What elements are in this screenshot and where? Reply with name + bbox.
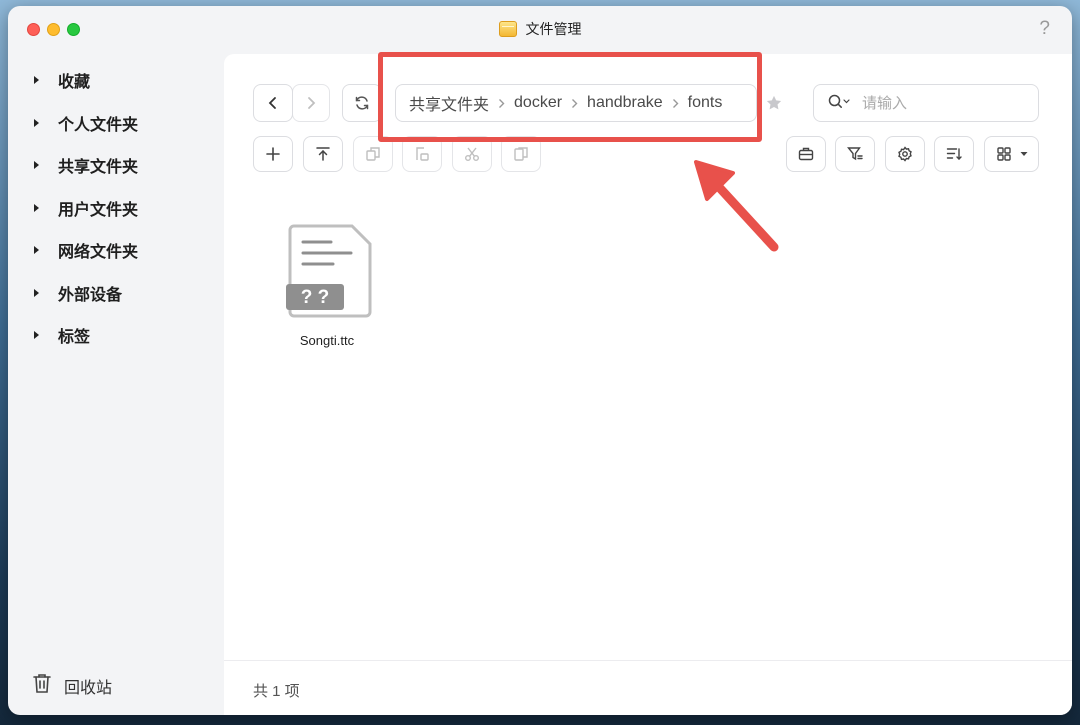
caret-right-icon <box>34 119 39 127</box>
upload-button[interactable] <box>303 136 343 172</box>
sidebar: 收藏 个人文件夹 共享文件夹 用户文件夹 网络文件夹 外部设备 标签 回收站 <box>8 54 224 715</box>
refresh-icon <box>354 95 370 111</box>
sidebar-item-label: 共享文件夹 <box>58 159 139 176</box>
caret-right-icon <box>34 76 39 84</box>
filter-icon <box>847 146 863 162</box>
sidebar-item-shared-folder[interactable]: 共享文件夹 <box>34 153 138 177</box>
window-title: 文件管理 <box>8 19 1072 39</box>
gear-icon <box>897 146 913 162</box>
sidebar-item-user-folder[interactable]: 用户文件夹 <box>34 196 138 220</box>
sidebar-item-label: 标签 <box>58 329 91 346</box>
refresh-button[interactable] <box>342 84 382 122</box>
sidebar-item-network-folder[interactable]: 网络文件夹 <box>34 238 138 262</box>
briefcase-icon <box>798 147 814 161</box>
main-panel: 共享文件夹 docker handbrake fonts 请输入 ? ? Son… <box>224 54 1072 715</box>
unknown-file-icon: ? ? <box>279 224 375 326</box>
file-name: Songti.ttc <box>299 333 355 348</box>
file-type-badge: ? ? <box>301 287 330 308</box>
chevron-right-icon <box>306 96 316 110</box>
status-bar: 共 1 项 <box>224 660 1072 715</box>
search-icon <box>828 94 850 113</box>
sidebar-item-label: 网络文件夹 <box>58 244 139 261</box>
file-item[interactable]: ? ? Songti.ttc <box>272 222 382 348</box>
window-title-text: 文件管理 <box>525 21 582 37</box>
title-bar: 文件管理 ? <box>8 6 1072 54</box>
sidebar-item-label: 用户文件夹 <box>58 202 139 219</box>
sidebar-item-tags[interactable]: 标签 <box>34 323 90 347</box>
annotation-arrow-icon <box>690 156 790 266</box>
recycle-bin-label: 回收站 <box>64 679 113 697</box>
plus-icon <box>265 146 281 162</box>
favorite-star-icon[interactable] <box>765 94 783 117</box>
sidebar-item-label: 个人文件夹 <box>58 117 139 134</box>
move-icon <box>414 146 430 162</box>
sidebar-item-favorites[interactable]: 收藏 <box>34 68 90 92</box>
grid-icon <box>996 146 1012 162</box>
sidebar-item-label: 收藏 <box>58 74 91 91</box>
recycle-bin-button[interactable]: 回收站 <box>32 672 112 699</box>
item-count: 共 1 项 <box>253 683 300 700</box>
paste-icon <box>513 146 529 162</box>
caret-right-icon <box>34 161 39 169</box>
search-input[interactable] <box>862 94 1002 112</box>
caret-down-icon <box>1020 151 1028 157</box>
sidebar-item-personal-folder[interactable]: 个人文件夹 <box>34 111 138 135</box>
caret-right-icon <box>34 331 39 339</box>
new-button[interactable] <box>253 136 293 172</box>
chevron-left-icon <box>268 96 278 110</box>
caret-right-icon <box>34 204 39 212</box>
filter-button[interactable] <box>835 136 875 172</box>
scissors-icon <box>464 146 480 162</box>
caret-right-icon <box>34 246 39 254</box>
upload-icon <box>315 146 331 162</box>
back-button[interactable] <box>253 84 293 122</box>
sort-button[interactable] <box>934 136 974 172</box>
sidebar-item-external-devices[interactable]: 外部设备 <box>34 281 122 305</box>
forward-button[interactable] <box>292 84 330 122</box>
copy-icon <box>365 146 381 162</box>
trash-icon <box>32 672 52 699</box>
sidebar-item-label: 外部设备 <box>58 287 123 304</box>
view-mode-dropdown[interactable] <box>984 136 1039 172</box>
caret-right-icon <box>34 289 39 297</box>
toolbox-button[interactable] <box>786 136 826 172</box>
annotation-highlight-box <box>378 52 762 142</box>
help-button[interactable]: ? <box>1039 18 1050 40</box>
folder-app-icon <box>498 21 517 37</box>
settings-button[interactable] <box>885 136 925 172</box>
search-box[interactable] <box>813 84 1039 122</box>
sort-icon <box>946 146 962 162</box>
